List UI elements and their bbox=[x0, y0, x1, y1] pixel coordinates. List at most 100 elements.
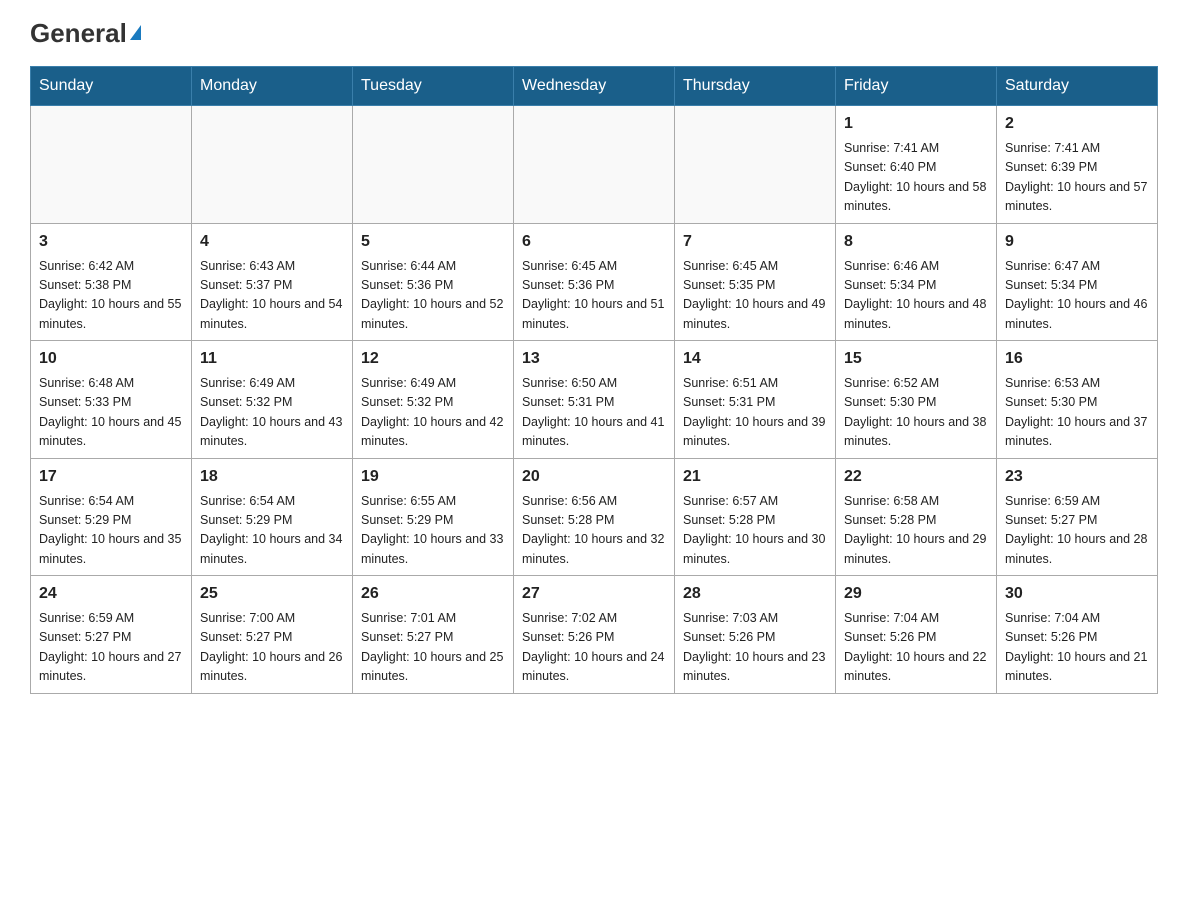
calendar-cell: 2 Sunrise: 7:41 AMSunset: 6:39 PMDaylight… bbox=[997, 106, 1158, 224]
day-info: Sunrise: 6:48 AMSunset: 5:33 PMDaylight:… bbox=[39, 374, 183, 452]
day-info: Sunrise: 6:52 AMSunset: 5:30 PMDaylight:… bbox=[844, 374, 988, 452]
calendar-cell: 24 Sunrise: 6:59 AMSunset: 5:27 PMDayligh… bbox=[31, 576, 192, 694]
day-info: Sunrise: 6:42 AMSunset: 5:38 PMDaylight:… bbox=[39, 257, 183, 335]
calendar-cell: 12 Sunrise: 6:49 AMSunset: 5:32 PMDayligh… bbox=[353, 341, 514, 459]
calendar-cell: 21 Sunrise: 6:57 AMSunset: 5:28 PMDayligh… bbox=[675, 458, 836, 576]
calendar-cell: 3 Sunrise: 6:42 AMSunset: 5:38 PMDaylight… bbox=[31, 223, 192, 341]
day-info: Sunrise: 6:46 AMSunset: 5:34 PMDaylight:… bbox=[844, 257, 988, 335]
day-info: Sunrise: 6:49 AMSunset: 5:32 PMDaylight:… bbox=[200, 374, 344, 452]
calendar-cell: 18 Sunrise: 6:54 AMSunset: 5:29 PMDayligh… bbox=[192, 458, 353, 576]
day-info: Sunrise: 6:45 AMSunset: 5:35 PMDaylight:… bbox=[683, 257, 827, 335]
day-number: 18 bbox=[200, 465, 344, 489]
calendar-cell: 20 Sunrise: 6:56 AMSunset: 5:28 PMDayligh… bbox=[514, 458, 675, 576]
day-number: 20 bbox=[522, 465, 666, 489]
day-info: Sunrise: 6:59 AMSunset: 5:27 PMDaylight:… bbox=[39, 609, 183, 687]
day-info: Sunrise: 6:44 AMSunset: 5:36 PMDaylight:… bbox=[361, 257, 505, 335]
calendar-cell: 11 Sunrise: 6:49 AMSunset: 5:32 PMDayligh… bbox=[192, 341, 353, 459]
day-number: 1 bbox=[844, 112, 988, 136]
calendar-cell bbox=[31, 106, 192, 224]
day-info: Sunrise: 6:54 AMSunset: 5:29 PMDaylight:… bbox=[200, 492, 344, 570]
calendar-cell: 7 Sunrise: 6:45 AMSunset: 5:35 PMDaylight… bbox=[675, 223, 836, 341]
calendar-cell: 14Sunrise: 6:51 AMSunset: 5:31 PMDayligh… bbox=[675, 341, 836, 459]
day-info: Sunrise: 7:04 AMSunset: 5:26 PMDaylight:… bbox=[844, 609, 988, 687]
calendar-cell: 19 Sunrise: 6:55 AMSunset: 5:29 PMDayligh… bbox=[353, 458, 514, 576]
calendar-cell: 8 Sunrise: 6:46 AMSunset: 5:34 PMDaylight… bbox=[836, 223, 997, 341]
day-info: Sunrise: 7:01 AMSunset: 5:27 PMDaylight:… bbox=[361, 609, 505, 687]
day-number: 11 bbox=[200, 347, 344, 371]
weekday-header-saturday: Saturday bbox=[997, 67, 1158, 106]
calendar-week-5: 24 Sunrise: 6:59 AMSunset: 5:27 PMDayligh… bbox=[31, 576, 1158, 694]
day-info: Sunrise: 7:41 AMSunset: 6:39 PMDaylight:… bbox=[1005, 139, 1149, 217]
calendar-cell: 15 Sunrise: 6:52 AMSunset: 5:30 PMDayligh… bbox=[836, 341, 997, 459]
calendar-week-3: 10Sunrise: 6:48 AMSunset: 5:33 PMDayligh… bbox=[31, 341, 1158, 459]
calendar-cell: 23Sunrise: 6:59 AMSunset: 5:27 PMDayligh… bbox=[997, 458, 1158, 576]
calendar-week-1: 1Sunrise: 7:41 AMSunset: 6:40 PMDaylight… bbox=[31, 106, 1158, 224]
calendar-cell bbox=[675, 106, 836, 224]
weekday-header-friday: Friday bbox=[836, 67, 997, 106]
day-number: 16 bbox=[1005, 347, 1149, 371]
day-number: 3 bbox=[39, 230, 183, 254]
calendar-header-row: SundayMondayTuesdayWednesdayThursdayFrid… bbox=[31, 67, 1158, 106]
day-number: 2 bbox=[1005, 112, 1149, 136]
weekday-header-tuesday: Tuesday bbox=[353, 67, 514, 106]
calendar-cell bbox=[514, 106, 675, 224]
calendar-cell: 26 Sunrise: 7:01 AMSunset: 5:27 PMDayligh… bbox=[353, 576, 514, 694]
calendar-cell: 27Sunrise: 7:02 AMSunset: 5:26 PMDayligh… bbox=[514, 576, 675, 694]
calendar-cell: 30 Sunrise: 7:04 AMSunset: 5:26 PMDayligh… bbox=[997, 576, 1158, 694]
day-number: 13 bbox=[522, 347, 666, 371]
day-number: 4 bbox=[200, 230, 344, 254]
weekday-header-wednesday: Wednesday bbox=[514, 67, 675, 106]
page-header: General bbox=[30, 20, 1158, 46]
day-info: Sunrise: 6:54 AMSunset: 5:29 PMDaylight:… bbox=[39, 492, 183, 570]
day-number: 14 bbox=[683, 347, 827, 371]
calendar-cell: 5Sunrise: 6:44 AMSunset: 5:36 PMDaylight… bbox=[353, 223, 514, 341]
logo-triangle-icon bbox=[130, 25, 141, 40]
calendar-table: SundayMondayTuesdayWednesdayThursdayFrid… bbox=[30, 66, 1158, 694]
logo-general-text: General bbox=[30, 20, 141, 46]
day-number: 30 bbox=[1005, 582, 1149, 606]
day-number: 19 bbox=[361, 465, 505, 489]
day-info: Sunrise: 6:56 AMSunset: 5:28 PMDaylight:… bbox=[522, 492, 666, 570]
day-info: Sunrise: 6:43 AMSunset: 5:37 PMDaylight:… bbox=[200, 257, 344, 335]
calendar-cell: 10Sunrise: 6:48 AMSunset: 5:33 PMDayligh… bbox=[31, 341, 192, 459]
day-info: Sunrise: 6:55 AMSunset: 5:29 PMDaylight:… bbox=[361, 492, 505, 570]
calendar-cell: 17 Sunrise: 6:54 AMSunset: 5:29 PMDayligh… bbox=[31, 458, 192, 576]
day-number: 24 bbox=[39, 582, 183, 606]
calendar-week-2: 3 Sunrise: 6:42 AMSunset: 5:38 PMDaylight… bbox=[31, 223, 1158, 341]
day-number: 29 bbox=[844, 582, 988, 606]
day-info: Sunrise: 6:59 AMSunset: 5:27 PMDaylight:… bbox=[1005, 492, 1149, 570]
day-number: 22 bbox=[844, 465, 988, 489]
day-number: 12 bbox=[361, 347, 505, 371]
day-number: 25 bbox=[200, 582, 344, 606]
day-number: 15 bbox=[844, 347, 988, 371]
calendar-cell: 13 Sunrise: 6:50 AMSunset: 5:31 PMDayligh… bbox=[514, 341, 675, 459]
day-number: 17 bbox=[39, 465, 183, 489]
calendar-cell: 16Sunrise: 6:53 AMSunset: 5:30 PMDayligh… bbox=[997, 341, 1158, 459]
day-number: 7 bbox=[683, 230, 827, 254]
day-info: Sunrise: 7:04 AMSunset: 5:26 PMDaylight:… bbox=[1005, 609, 1149, 687]
calendar-cell: 22Sunrise: 6:58 AMSunset: 5:28 PMDayligh… bbox=[836, 458, 997, 576]
weekday-header-monday: Monday bbox=[192, 67, 353, 106]
day-info: Sunrise: 6:57 AMSunset: 5:28 PMDaylight:… bbox=[683, 492, 827, 570]
weekday-header-sunday: Sunday bbox=[31, 67, 192, 106]
day-info: Sunrise: 6:50 AMSunset: 5:31 PMDaylight:… bbox=[522, 374, 666, 452]
logo: General bbox=[30, 20, 141, 46]
calendar-cell: 1Sunrise: 7:41 AMSunset: 6:40 PMDaylight… bbox=[836, 106, 997, 224]
day-info: Sunrise: 6:49 AMSunset: 5:32 PMDaylight:… bbox=[361, 374, 505, 452]
day-number: 8 bbox=[844, 230, 988, 254]
day-number: 28 bbox=[683, 582, 827, 606]
weekday-header-thursday: Thursday bbox=[675, 67, 836, 106]
calendar-cell: 25 Sunrise: 7:00 AMSunset: 5:27 PMDayligh… bbox=[192, 576, 353, 694]
calendar-cell: 28Sunrise: 7:03 AMSunset: 5:26 PMDayligh… bbox=[675, 576, 836, 694]
calendar-cell bbox=[353, 106, 514, 224]
day-info: Sunrise: 7:00 AMSunset: 5:27 PMDaylight:… bbox=[200, 609, 344, 687]
day-number: 21 bbox=[683, 465, 827, 489]
day-number: 9 bbox=[1005, 230, 1149, 254]
calendar-cell bbox=[192, 106, 353, 224]
calendar-week-4: 17 Sunrise: 6:54 AMSunset: 5:29 PMDayligh… bbox=[31, 458, 1158, 576]
calendar-cell: 29 Sunrise: 7:04 AMSunset: 5:26 PMDayligh… bbox=[836, 576, 997, 694]
day-number: 27 bbox=[522, 582, 666, 606]
calendar-cell: 6Sunrise: 6:45 AMSunset: 5:36 PMDaylight… bbox=[514, 223, 675, 341]
day-number: 26 bbox=[361, 582, 505, 606]
calendar-cell: 9Sunrise: 6:47 AMSunset: 5:34 PMDaylight… bbox=[997, 223, 1158, 341]
